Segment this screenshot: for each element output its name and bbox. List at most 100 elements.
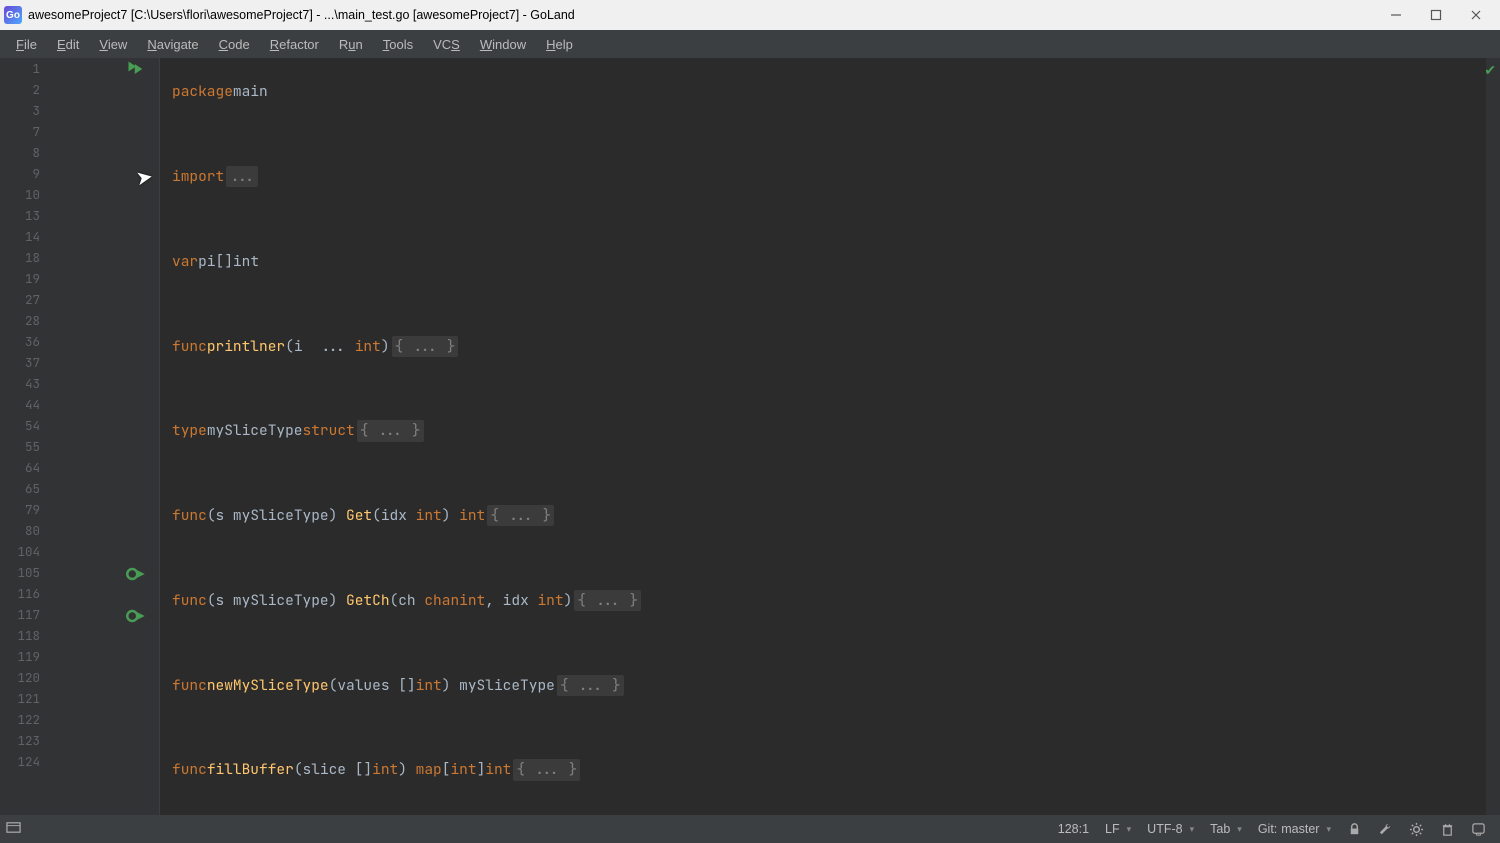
code-token: import xyxy=(172,166,224,187)
wrench-icon[interactable] xyxy=(1370,822,1401,837)
line-number: 105 xyxy=(6,564,40,581)
line-number: 1 xyxy=(6,60,40,77)
line-number: 122 xyxy=(6,711,40,728)
run-all-icon[interactable] xyxy=(126,59,146,79)
fold-region[interactable]: ... xyxy=(226,166,258,187)
line-number: 104 xyxy=(6,543,40,560)
code-token: [ xyxy=(442,759,451,780)
line-number: 28 xyxy=(6,312,40,329)
line-number: 2 xyxy=(6,81,40,98)
menu-bar: File Edit View Navigate Code Refactor Ru… xyxy=(0,30,1500,58)
run-test-icon[interactable] xyxy=(126,564,146,584)
code-token: ] xyxy=(477,759,486,780)
line-number: 117 xyxy=(6,606,40,623)
code-token: ) xyxy=(442,505,459,526)
line-number: 124 xyxy=(6,753,40,770)
line-number: 80 xyxy=(6,522,40,539)
line-separator[interactable]: LF xyxy=(1097,822,1139,836)
line-number: 79 xyxy=(6,501,40,518)
code-token: ) xyxy=(442,675,459,696)
code-token: int xyxy=(416,505,442,526)
code-token: type xyxy=(172,420,207,441)
code-token: main xyxy=(233,81,268,102)
menu-file[interactable]: File xyxy=(6,33,47,56)
line-number: 14 xyxy=(6,228,40,245)
menu-edit[interactable]: Edit xyxy=(47,33,89,56)
line-number: 44 xyxy=(6,396,40,413)
menu-run[interactable]: Run xyxy=(329,33,373,56)
trash-icon[interactable] xyxy=(1432,822,1463,837)
editor[interactable]: 1 2 3 7 8 9 10 13 14 18 19 27 28 36 37 4… xyxy=(0,58,1500,815)
fold-region[interactable]: { ... } xyxy=(357,420,424,441)
fold-region[interactable]: { ... } xyxy=(557,675,624,696)
code-token: ) xyxy=(398,759,415,780)
code-token: printlner xyxy=(207,336,285,357)
close-button[interactable] xyxy=(1456,2,1496,28)
maximize-button[interactable] xyxy=(1416,2,1456,28)
code-token: mySliceType xyxy=(207,420,303,441)
git-branch[interactable]: Git: master xyxy=(1250,822,1339,836)
line-number: 118 xyxy=(6,627,40,644)
notifications-icon[interactable] xyxy=(1463,822,1494,837)
code-token: mySliceType xyxy=(233,590,329,611)
menu-code[interactable]: Code xyxy=(209,33,260,56)
line-number: 19 xyxy=(6,270,40,287)
code-token: func xyxy=(172,759,207,780)
gutter[interactable]: 1 2 3 7 8 9 10 13 14 18 19 27 28 36 37 4… xyxy=(0,58,160,815)
code-token: newMySliceType xyxy=(207,675,329,696)
line-number: 3 xyxy=(6,102,40,119)
fold-region[interactable]: { ... } xyxy=(487,505,554,526)
code-token: int xyxy=(459,590,485,611)
line-number: 8 xyxy=(6,144,40,161)
menu-help[interactable]: Help xyxy=(536,33,583,56)
code-token: (ch xyxy=(390,590,425,611)
file-encoding[interactable]: UTF-8 xyxy=(1139,822,1202,836)
title-bar: Go awesomeProject7 [C:\Users\flori\aweso… xyxy=(0,0,1500,30)
indent-setting[interactable]: Tab xyxy=(1202,822,1250,836)
code-token: func xyxy=(172,590,207,611)
code-token: int xyxy=(537,590,563,611)
code-token: (s xyxy=(207,505,233,526)
minimize-button[interactable] xyxy=(1376,2,1416,28)
line-number: 43 xyxy=(6,375,40,392)
code-token: ) xyxy=(329,505,346,526)
code-token: fillBuffer xyxy=(207,759,294,780)
code-token: chan xyxy=(424,590,459,611)
code-token: package xyxy=(172,81,233,102)
menu-refactor[interactable]: Refactor xyxy=(260,33,329,56)
code-token: func xyxy=(172,505,207,526)
menu-window[interactable]: Window xyxy=(470,33,536,56)
code-token: mySliceType xyxy=(233,505,329,526)
code-token: int xyxy=(450,759,476,780)
line-number: 10 xyxy=(6,186,40,203)
code-token: int xyxy=(416,675,442,696)
code-token: var xyxy=(172,251,198,272)
menu-tools[interactable]: Tools xyxy=(373,33,423,56)
line-number: 123 xyxy=(6,732,40,749)
menu-navigate[interactable]: Navigate xyxy=(137,33,208,56)
line-number: 55 xyxy=(6,438,40,455)
line-number: 36 xyxy=(6,333,40,350)
fold-region[interactable]: { ... } xyxy=(513,759,580,780)
line-number: 7 xyxy=(6,123,40,140)
code-token: int xyxy=(485,759,511,780)
line-number: 65 xyxy=(6,480,40,497)
code-token: func xyxy=(172,675,207,696)
gear-icon[interactable] xyxy=(1401,822,1432,837)
line-number: 54 xyxy=(6,417,40,434)
menu-vcs[interactable]: VCS xyxy=(423,33,470,56)
fold-region[interactable]: { ... } xyxy=(574,590,641,611)
fold-region[interactable]: { ... } xyxy=(392,336,459,357)
caret-position[interactable]: 128:1 xyxy=(1050,822,1097,836)
status-bar: 128:1 LF UTF-8 Tab Git: master xyxy=(0,815,1500,843)
line-number: 120 xyxy=(6,669,40,686)
lock-icon[interactable] xyxy=(1339,822,1370,837)
run-test-icon[interactable] xyxy=(126,606,146,626)
code-area[interactable]: package main import ... var pi []int fun… xyxy=(160,58,1480,815)
analysis-strip[interactable]: ✔ xyxy=(1486,58,1500,815)
code-token: int xyxy=(459,505,485,526)
code-token: mySliceType xyxy=(459,675,555,696)
tool-windows-icon[interactable] xyxy=(6,820,21,838)
code-token: []int xyxy=(216,251,260,272)
menu-view[interactable]: View xyxy=(89,33,137,56)
